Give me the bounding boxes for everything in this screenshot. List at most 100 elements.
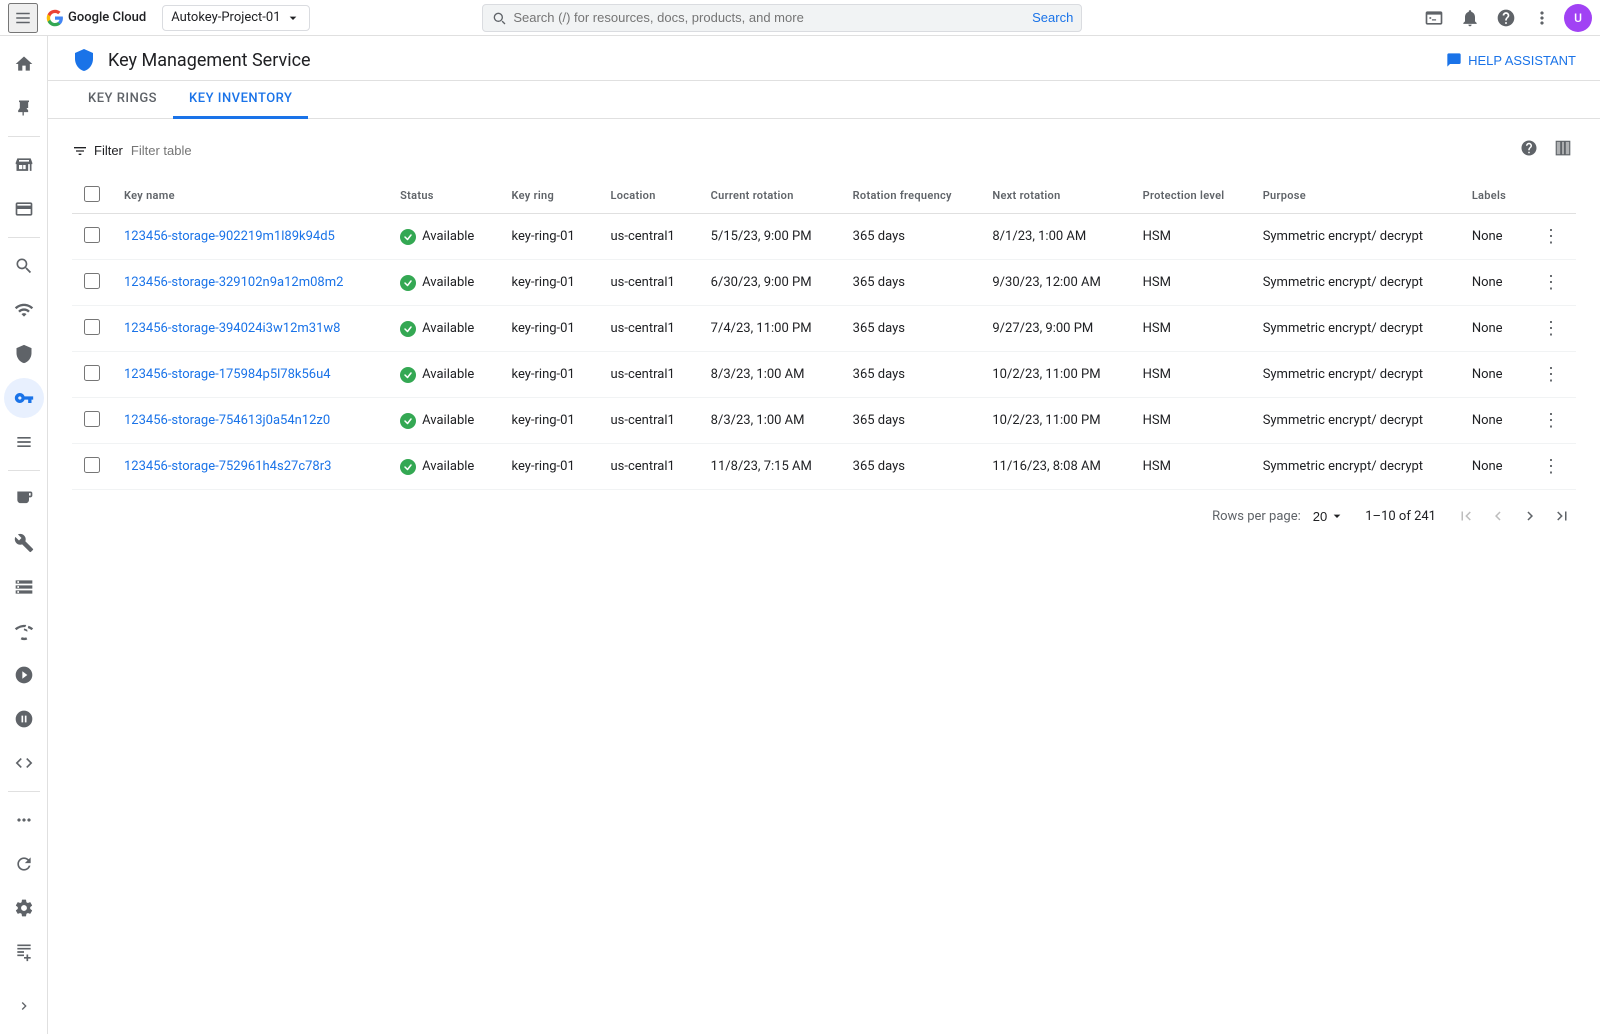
row-checkbox-1[interactable] [84, 273, 100, 289]
search-input[interactable] [513, 10, 1032, 25]
rows-chevron-icon [1329, 508, 1345, 524]
row-location-0: us-central1 [599, 214, 699, 260]
row-more-cell-4: ⋮ [1526, 398, 1576, 444]
sidebar-item-logs[interactable] [4, 932, 44, 972]
row-status-0: Available [388, 214, 499, 260]
sidebar-divider-2 [8, 237, 40, 238]
sidebar-item-search[interactable] [4, 246, 44, 286]
first-page-button[interactable] [1452, 502, 1480, 530]
col-protection-level: Protection level [1131, 178, 1251, 214]
row-protection-level-1: HSM [1131, 260, 1251, 306]
cloud-shell-button[interactable] [1420, 4, 1448, 32]
tab-key-rings[interactable]: KEY RINGS [72, 81, 173, 119]
row-current-rotation-1: 6/30/23, 9:00 PM [699, 260, 841, 306]
page-title-row: Key Management Service [72, 48, 311, 72]
key-link-3[interactable]: 123456-storage-175984p5l78k56u4 [124, 367, 331, 382]
row-rotation-frequency-0: 365 days [841, 214, 981, 260]
chevron-right-nav-icon [1521, 507, 1539, 525]
status-dot-4 [400, 413, 416, 429]
row-checkbox-4[interactable] [84, 411, 100, 427]
row-checkbox-2[interactable] [84, 319, 100, 335]
sidebar-item-monitoring[interactable] [4, 290, 44, 330]
next-page-button[interactable] [1516, 502, 1544, 530]
row-more-cell-5: ⋮ [1526, 444, 1576, 490]
status-dot-1 [400, 275, 416, 291]
nav-right: U [1420, 4, 1592, 32]
select-all-checkbox[interactable] [84, 186, 100, 202]
sidebar-item-compute[interactable] [4, 479, 44, 519]
key-link-2[interactable]: 123456-storage-394024i3w12m31w8 [124, 321, 340, 336]
more-options-button[interactable] [1528, 4, 1556, 32]
sidebar-item-refresh[interactable] [4, 844, 44, 884]
row-checkbox-cell-0 [72, 214, 112, 260]
row-more-button-3[interactable]: ⋮ [1538, 362, 1564, 387]
status-text-1: Available [422, 275, 474, 290]
row-more-button-4[interactable]: ⋮ [1538, 408, 1564, 433]
help-assistant-button[interactable]: HELP ASSISTANT [1446, 52, 1576, 68]
avatar[interactable]: U [1564, 4, 1592, 32]
row-checkbox-5[interactable] [84, 457, 100, 473]
logs-icon [14, 942, 34, 962]
row-checkbox-3[interactable] [84, 365, 100, 381]
sidebar-item-settings[interactable] [4, 888, 44, 928]
hamburger-menu[interactable] [8, 3, 38, 33]
key-link-1[interactable]: 123456-storage-329102n9a12m08m2 [124, 275, 343, 290]
table-row: 123456-storage-902219m1l89k94d5 Availabl… [72, 214, 1576, 260]
sidebar-item-devops[interactable] [4, 655, 44, 695]
row-more-button-2[interactable]: ⋮ [1538, 316, 1564, 341]
last-page-icon [1553, 507, 1571, 525]
help-table-button[interactable] [1516, 135, 1542, 166]
sidebar-divider-3 [8, 470, 40, 471]
page-header: Key Management Service HELP ASSISTANT [48, 36, 1600, 81]
row-protection-level-5: HSM [1131, 444, 1251, 490]
row-location-3: us-central1 [599, 352, 699, 398]
network-icon [14, 621, 34, 641]
help-button[interactable] [1492, 4, 1520, 32]
rows-per-page-select[interactable]: 20 [1309, 508, 1349, 524]
row-more-cell-3: ⋮ [1526, 352, 1576, 398]
sidebar-item-ml[interactable] [4, 699, 44, 739]
project-selector[interactable]: Autokey-Project-01 [162, 5, 309, 31]
sidebar-item-iam[interactable] [4, 334, 44, 374]
row-more-button-0[interactable]: ⋮ [1538, 224, 1564, 249]
row-current-rotation-2: 7/4/23, 11:00 PM [699, 306, 841, 352]
filter-button[interactable]: Filter [72, 143, 123, 159]
row-key-ring-0: key-ring-01 [500, 214, 599, 260]
sidebar-item-data[interactable] [4, 743, 44, 783]
tab-key-inventory[interactable]: KEY INVENTORY [173, 81, 308, 119]
page-nav-buttons [1452, 502, 1576, 530]
search-button[interactable]: Search [1032, 10, 1073, 25]
sidebar-item-pin[interactable] [4, 88, 44, 128]
row-labels-3: None [1460, 352, 1526, 398]
sidebar-item-home[interactable] [4, 44, 44, 84]
monitor-icon [14, 300, 34, 320]
key-link-0[interactable]: 123456-storage-902219m1l89k94d5 [124, 229, 335, 244]
status-dot-5 [400, 459, 416, 475]
sidebar-item-storage[interactable] [4, 567, 44, 607]
column-settings-button[interactable] [1550, 135, 1576, 166]
filter-input[interactable] [131, 143, 331, 158]
sidebar-item-billing[interactable] [4, 189, 44, 229]
notifications-button[interactable] [1456, 4, 1484, 32]
prev-page-button[interactable] [1484, 502, 1512, 530]
row-protection-level-4: HSM [1131, 398, 1251, 444]
status-dot-0 [400, 229, 416, 245]
status-text-4: Available [422, 413, 474, 428]
sidebar-item-tools[interactable] [4, 523, 44, 563]
row-checkbox-0[interactable] [84, 227, 100, 243]
row-more-button-1[interactable]: ⋮ [1538, 270, 1564, 295]
row-rotation-frequency-2: 365 days [841, 306, 981, 352]
sidebar-item-api[interactable] [4, 422, 44, 462]
last-page-button[interactable] [1548, 502, 1576, 530]
sidebar-expand-btn[interactable] [4, 986, 44, 1026]
row-more-cell-2: ⋮ [1526, 306, 1576, 352]
key-link-5[interactable]: 123456-storage-752961h4s27c78r3 [124, 459, 331, 474]
key-link-4[interactable]: 123456-storage-754613j0a54n12z0 [124, 413, 330, 428]
tabs: KEY RINGS KEY INVENTORY [48, 81, 1600, 119]
sidebar-item-network[interactable] [4, 611, 44, 651]
sidebar-item-security[interactable] [4, 378, 44, 418]
sidebar-item-marketplace[interactable] [4, 145, 44, 185]
sidebar-item-more[interactable] [4, 800, 44, 840]
search-bar: Search [482, 4, 1082, 32]
row-more-button-5[interactable]: ⋮ [1538, 454, 1564, 479]
